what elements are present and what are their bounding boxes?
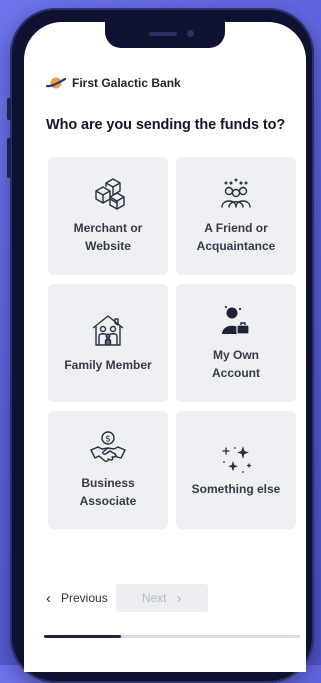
option-friend[interactable]: A Friend or Acquaintance bbox=[176, 157, 296, 275]
camera bbox=[187, 30, 194, 37]
progress-fill bbox=[44, 635, 121, 638]
option-label: A Friend or bbox=[204, 221, 268, 235]
previous-label: Previous bbox=[61, 591, 108, 605]
svg-text:$: $ bbox=[105, 435, 111, 445]
option-label: Account bbox=[212, 366, 260, 380]
planet-logo-icon bbox=[46, 77, 66, 89]
friends-group-icon bbox=[221, 178, 251, 208]
option-label: Family Member bbox=[64, 358, 152, 372]
progress-bar bbox=[44, 635, 300, 638]
phone-notch bbox=[105, 22, 225, 48]
brand-name: First Galactic Bank bbox=[72, 76, 181, 90]
option-label: Associate bbox=[79, 494, 137, 508]
page-title: Who are you sending the funds to? bbox=[46, 117, 286, 133]
option-family[interactable]: Family Member bbox=[48, 284, 168, 402]
boxes-icon bbox=[95, 178, 125, 210]
next-label: Next bbox=[141, 591, 167, 605]
option-label: Something else bbox=[191, 482, 281, 496]
next-button[interactable]: Next › bbox=[115, 584, 208, 612]
option-label: Acquaintance bbox=[196, 239, 276, 253]
chevron-right-icon: › bbox=[176, 589, 182, 607]
option-business-associate[interactable]: $ Business Associate bbox=[48, 411, 168, 529]
option-something-else[interactable]: Something else bbox=[176, 411, 296, 529]
sparkles-icon bbox=[222, 446, 252, 473]
previous-button[interactable]: ‹ Previous bbox=[46, 590, 108, 607]
option-merchant[interactable]: Merchant or Website bbox=[48, 157, 168, 275]
side-button bbox=[7, 138, 11, 178]
speaker bbox=[149, 32, 177, 36]
person-briefcase-icon bbox=[222, 306, 250, 335]
chevron-left-icon: ‹ bbox=[46, 589, 51, 607]
brand-header: First Galactic Bank bbox=[46, 76, 181, 90]
recipient-options: Merchant or Website A Friend or Acquaint… bbox=[48, 157, 296, 529]
option-label: Merchant or bbox=[73, 221, 143, 235]
option-label: My Own bbox=[212, 348, 259, 362]
option-own-account[interactable]: My Own Account bbox=[176, 284, 296, 402]
app-screen: First Galactic Bank Who are you sending … bbox=[24, 22, 306, 672]
family-house-icon bbox=[92, 315, 124, 346]
side-button bbox=[7, 98, 11, 120]
handshake-icon: $ bbox=[90, 431, 126, 462]
option-label: Business bbox=[81, 476, 135, 490]
navigation-footer: ‹ Previous Next › bbox=[46, 584, 286, 612]
option-label: Website bbox=[85, 239, 131, 253]
